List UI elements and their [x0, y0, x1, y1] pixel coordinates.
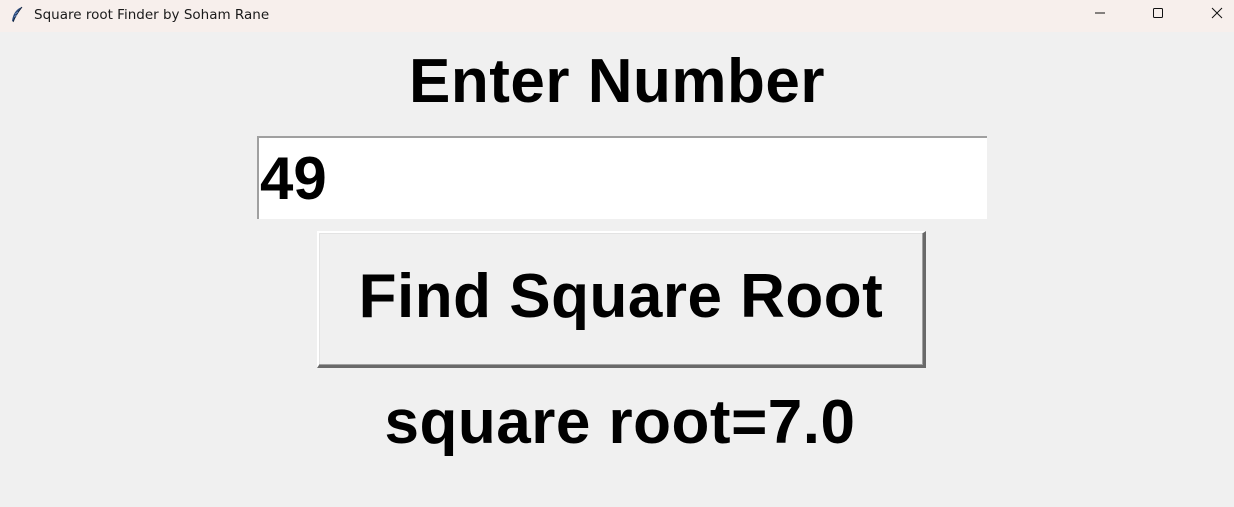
maximize-icon: [1152, 6, 1164, 24]
close-button[interactable]: [1188, 0, 1234, 30]
close-icon: [1211, 6, 1223, 24]
result-label: square root=7.0: [384, 388, 856, 457]
maximize-button[interactable]: [1129, 0, 1187, 30]
title-bar: Square root Finder by Soham Rane: [0, 0, 1234, 32]
number-input[interactable]: [257, 136, 987, 219]
enter-number-label: Enter Number: [409, 47, 825, 116]
window-title: Square root Finder by Soham Rane: [34, 7, 270, 23]
minimize-button[interactable]: [1071, 0, 1129, 30]
find-square-root-button[interactable]: Find Square Root: [317, 231, 926, 368]
feather-icon: [9, 6, 25, 24]
minimize-icon: [1094, 6, 1106, 24]
window-content: Enter Number Find Square Root square roo…: [0, 32, 1234, 507]
